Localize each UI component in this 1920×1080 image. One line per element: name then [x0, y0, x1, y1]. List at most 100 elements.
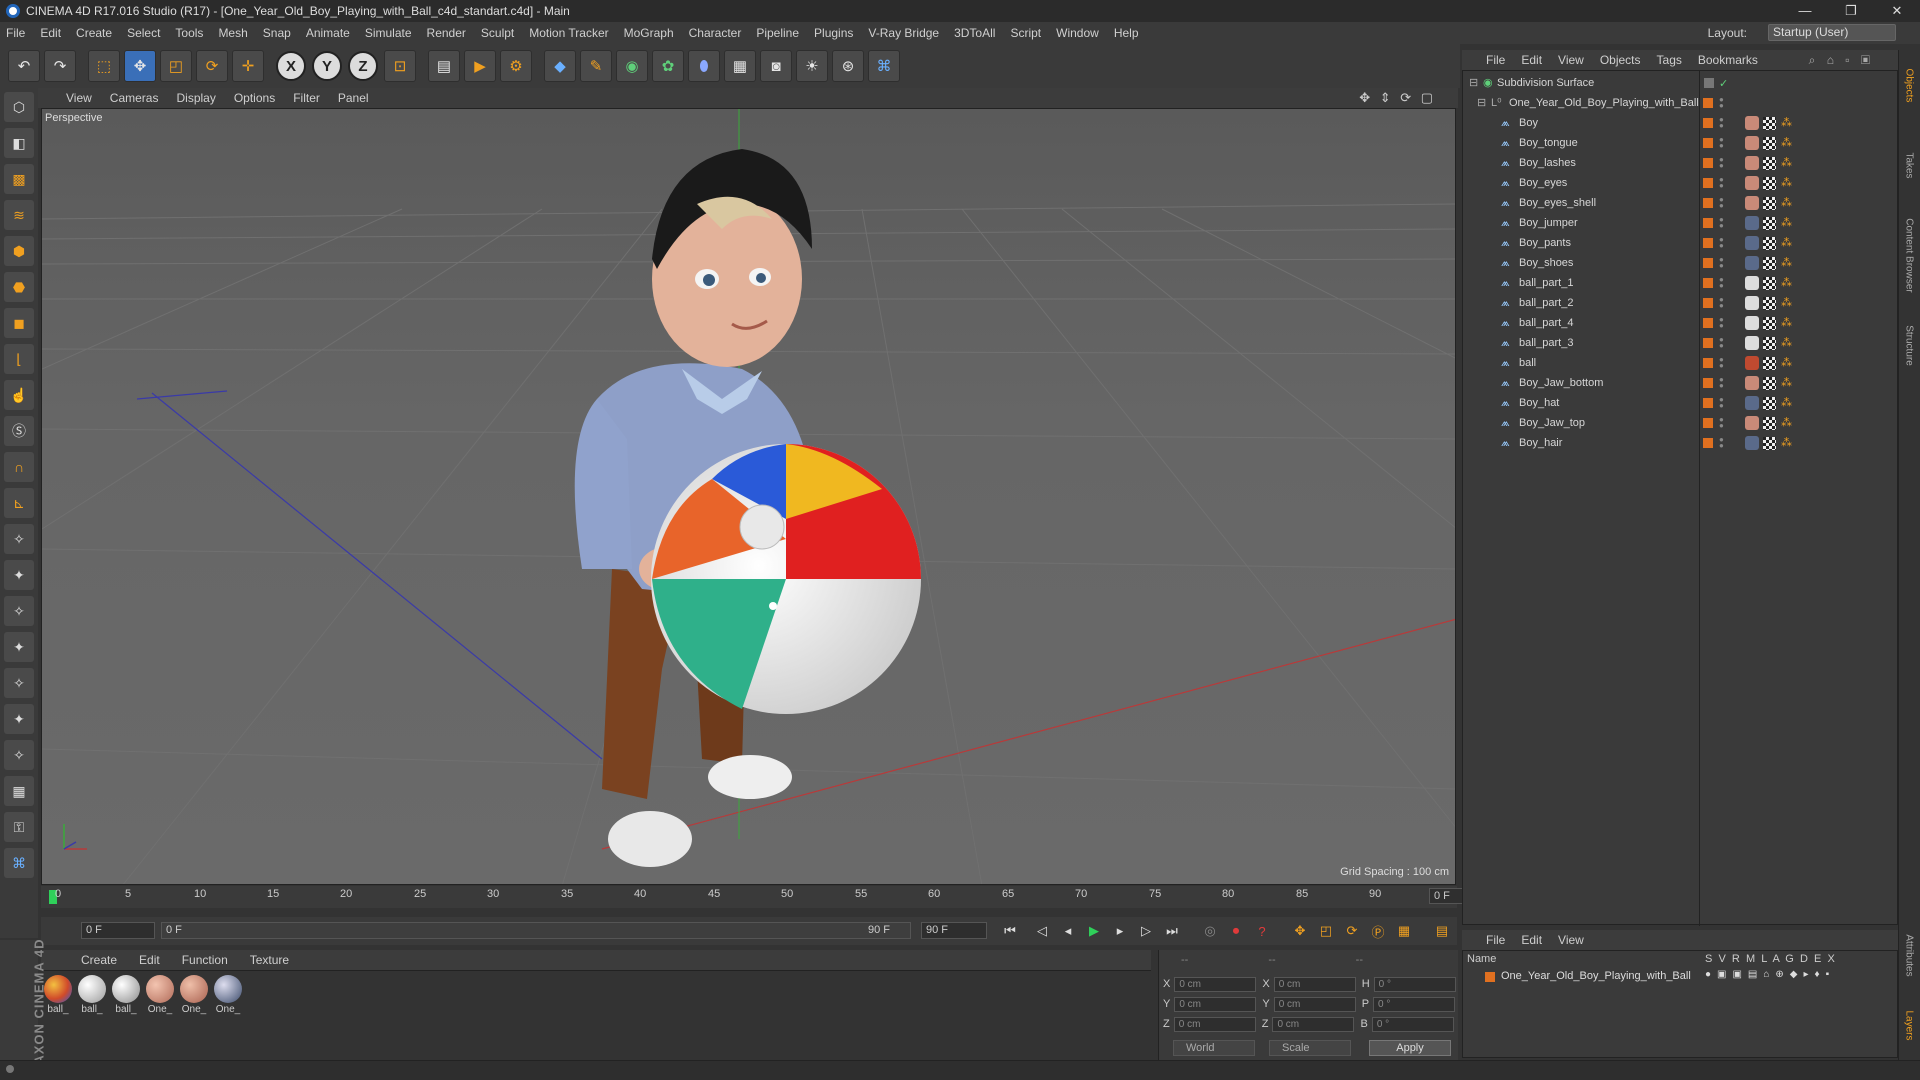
- selection-tag-icon[interactable]: ⁂: [1781, 417, 1793, 429]
- object-row[interactable]: ⩕ Boy_eyes ● ● ⁂: [1463, 173, 1899, 193]
- selection-tag-icon[interactable]: ⁂: [1781, 337, 1793, 349]
- visibility-dots-icon[interactable]: ● ●: [1719, 136, 1725, 150]
- collapse-icon[interactable]: ⊟: [1469, 77, 1481, 89]
- layout-dropdown[interactable]: Startup (User): [1768, 24, 1896, 41]
- next-key-icon[interactable]: ▷: [1135, 921, 1157, 941]
- object-row[interactable]: ⩕ Boy_pants ● ● ⁂: [1463, 233, 1899, 253]
- collapse-icon[interactable]: ⊟: [1477, 97, 1489, 109]
- visibility-dots-icon[interactable]: ● ●: [1719, 256, 1725, 270]
- selection-tag-icon[interactable]: ⁂: [1781, 237, 1793, 249]
- material-tag-icon[interactable]: [1745, 296, 1759, 310]
- previous-key-icon[interactable]: ◁: [1031, 921, 1053, 941]
- selection-tag-icon[interactable]: ⁂: [1781, 377, 1793, 389]
- object-menu-file[interactable]: File: [1486, 53, 1505, 67]
- rotation-b-field[interactable]: 0 °: [1371, 1016, 1454, 1032]
- uvw-tag-icon[interactable]: [1763, 356, 1776, 370]
- layer-menu-edit[interactable]: Edit: [1521, 933, 1542, 947]
- visibility-dots-icon[interactable]: ● ●: [1719, 216, 1725, 230]
- material-menu-edit[interactable]: Edit: [139, 953, 160, 967]
- object-row-subdivision[interactable]: ⊟ ◉ Subdivision Surface ✓: [1463, 73, 1899, 93]
- world-dropdown[interactable]: World: [1173, 1040, 1255, 1056]
- object-manager-tools-icon[interactable]: ⌕ ⌂ ▫ ▣: [1809, 53, 1874, 68]
- light-icon[interactable]: ☀: [796, 50, 828, 82]
- object-row[interactable]: ⩕ ball_part_4 ● ● ⁂: [1463, 313, 1899, 333]
- visibility-dots-icon[interactable]: ● ●: [1719, 356, 1725, 370]
- tab-layers[interactable]: Layers: [1904, 986, 1915, 1066]
- object-row[interactable]: ⩕ Boy_Jaw_top ● ● ⁂: [1463, 413, 1899, 433]
- material-tag-icon[interactable]: [1745, 116, 1759, 130]
- material-tag-icon[interactable]: [1745, 236, 1759, 250]
- record-keys-icon[interactable]: ◎: [1199, 921, 1221, 941]
- visibility-dots-icon[interactable]: ● ●: [1719, 296, 1725, 310]
- visibility-dots-icon[interactable]: ● ●: [1719, 316, 1725, 330]
- object-row[interactable]: ⩕ Boy_lashes ● ● ⁂: [1463, 153, 1899, 173]
- y-axis-lock-icon[interactable]: Y: [312, 51, 342, 81]
- menu-plugins[interactable]: Plugins: [814, 26, 853, 40]
- menu-simulate[interactable]: Simulate: [365, 26, 412, 40]
- material-swatch[interactable]: ball_: [111, 975, 141, 1015]
- uvw-tag-icon[interactable]: [1763, 216, 1776, 230]
- layer-flags-icons[interactable]: ●▣▣▤⌂⊕◆▸♦▪: [1705, 969, 1835, 980]
- viewport-menu-options[interactable]: Options: [234, 91, 275, 105]
- render-view-icon[interactable]: ▤: [428, 50, 460, 82]
- next-frame-icon[interactable]: ▸: [1109, 921, 1131, 941]
- menu-3dtoall[interactable]: 3DToAll: [954, 26, 995, 40]
- scale-dropdown[interactable]: Scale: [1269, 1040, 1351, 1056]
- visibility-dots-icon[interactable]: ● ●: [1719, 376, 1725, 390]
- sculpt-brush-5-icon[interactable]: ✧: [4, 668, 34, 698]
- material-tag-icon[interactable]: [1745, 376, 1759, 390]
- layer-menu-view[interactable]: View: [1558, 933, 1584, 947]
- material-tag-icon[interactable]: [1745, 156, 1759, 170]
- key-position-icon[interactable]: ✥: [1289, 921, 1311, 941]
- material-tag-icon[interactable]: [1745, 256, 1759, 270]
- scale-tool-icon[interactable]: ◰: [160, 50, 192, 82]
- sculpt-brush-3-icon[interactable]: ✧: [4, 596, 34, 626]
- edit-render-settings-icon[interactable]: ⚙: [500, 50, 532, 82]
- uvw-tag-icon[interactable]: [1763, 256, 1776, 270]
- key-parameter-icon[interactable]: Ⓟ: [1367, 921, 1389, 941]
- visibility-dots-icon[interactable]: ● ●: [1719, 156, 1725, 170]
- rotation-h-field[interactable]: 0 °: [1373, 976, 1456, 992]
- object-row-group[interactable]: ⊟ L⁰ One_Year_Old_Boy_Playing_with_Ball …: [1463, 93, 1899, 113]
- sculpt-brush-4-icon[interactable]: ✦: [4, 632, 34, 662]
- material-tag-icon[interactable]: [1745, 276, 1759, 290]
- menu-tools[interactable]: Tools: [175, 26, 203, 40]
- selection-tag-icon[interactable]: ⁂: [1781, 317, 1793, 329]
- restore-button[interactable]: ❐: [1828, 0, 1874, 22]
- menu-sculpt[interactable]: Sculpt: [481, 26, 514, 40]
- material-swatch[interactable]: ball_: [77, 975, 107, 1015]
- magnet-icon[interactable]: ∩: [4, 452, 34, 482]
- object-row[interactable]: ⩕ Boy_jumper ● ● ⁂: [1463, 213, 1899, 233]
- frame-range-slider[interactable]: 0 F 90 F: [161, 922, 911, 939]
- menu-character[interactable]: Character: [689, 26, 742, 40]
- key-scale-icon[interactable]: ◰: [1315, 921, 1337, 941]
- object-row[interactable]: ⩕ Boy_hat ● ● ⁂: [1463, 393, 1899, 413]
- uvw-tag-icon[interactable]: [1763, 236, 1776, 250]
- camera-icon[interactable]: ◙: [760, 50, 792, 82]
- material-menu-texture[interactable]: Texture: [250, 953, 289, 967]
- visibility-dots-icon[interactable]: ● ●: [1719, 276, 1725, 290]
- visibility-dots-icon[interactable]: ● ●: [1719, 436, 1725, 450]
- visibility-dots-icon[interactable]: ● ●: [1719, 236, 1725, 250]
- layer-row[interactable]: One_Year_Old_Boy_Playing_with_Ball ●▣▣▤⌂…: [1463, 969, 1899, 985]
- timeline-window-icon[interactable]: ▤: [1431, 921, 1453, 941]
- selection-tag-icon[interactable]: ⁂: [1781, 197, 1793, 209]
- points-mode-icon[interactable]: ⬢: [4, 236, 34, 266]
- material-tag-icon[interactable]: [1745, 416, 1759, 430]
- viewport-menu-cameras[interactable]: Cameras: [110, 91, 159, 105]
- end-frame-field[interactable]: 90 F: [921, 922, 987, 939]
- sculpt-brush-6-icon[interactable]: ✦: [4, 704, 34, 734]
- sculpt-brush-2-icon[interactable]: ✦: [4, 560, 34, 590]
- key-rotation-icon[interactable]: ⟳: [1341, 921, 1363, 941]
- subdivision-surface-icon[interactable]: ◉: [616, 50, 648, 82]
- material-swatch[interactable]: One_: [213, 975, 243, 1015]
- object-row[interactable]: ⩕ Boy_shoes ● ● ⁂: [1463, 253, 1899, 273]
- keyframe-selection-icon[interactable]: ?: [1251, 921, 1273, 941]
- selection-tag-icon[interactable]: ⁂: [1781, 357, 1793, 369]
- uvw-tag-icon[interactable]: [1763, 336, 1776, 350]
- auto-keying-icon[interactable]: ⏺: [1225, 921, 1247, 941]
- minimize-button[interactable]: —: [1782, 0, 1828, 22]
- visibility-dots-icon[interactable]: ● ●: [1719, 396, 1725, 410]
- axis-mode-icon[interactable]: ⌊: [4, 344, 34, 374]
- viewport-menu-view[interactable]: View: [66, 91, 92, 105]
